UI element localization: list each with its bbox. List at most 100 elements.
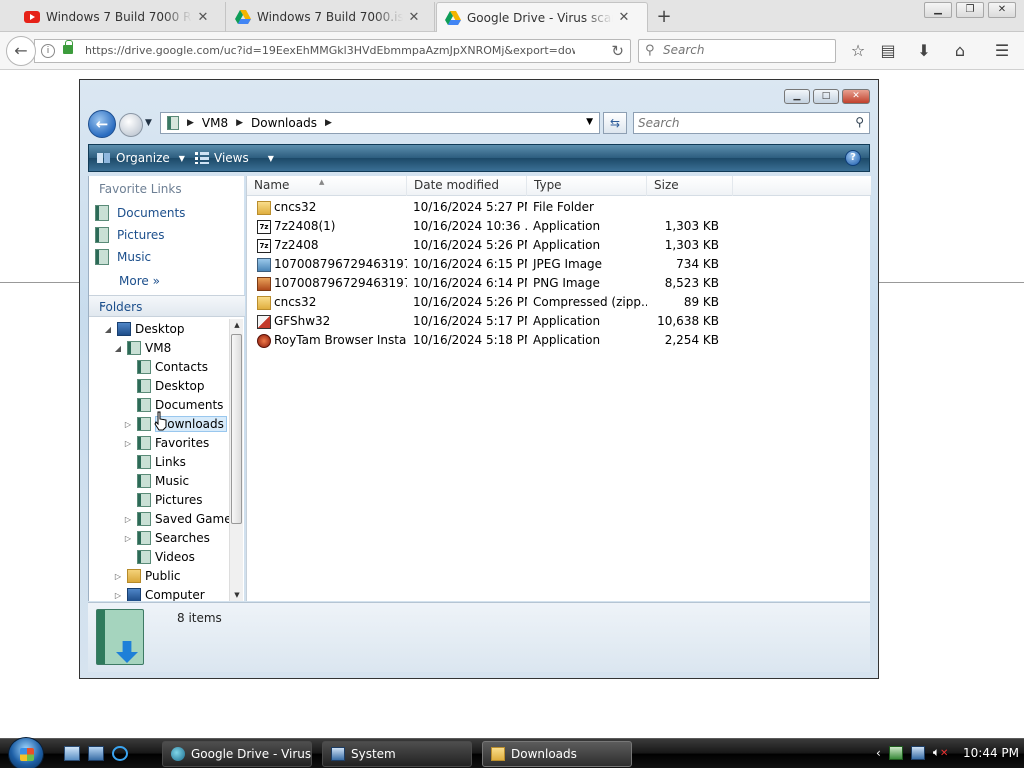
file-row[interactable]: GFShw32 10/16/2024 5:17 PM Application 10,6…	[247, 312, 871, 331]
more-links-button[interactable]: More »	[119, 274, 160, 288]
file-name-cell[interactable]: cncs32	[247, 293, 407, 312]
collapsed-triangle-icon[interactable]: ▷	[123, 515, 133, 524]
views-button[interactable]: Views ▼	[195, 151, 274, 165]
reload-icon[interactable]: ↻	[611, 42, 624, 60]
close-icon[interactable]: ✕	[617, 10, 631, 25]
column-header-date-modified[interactable]: Date modified	[407, 176, 527, 196]
network-icon[interactable]	[910, 745, 925, 760]
file-row[interactable]: 1070087967294631976-... 10/16/2024 6:15 P…	[247, 255, 871, 274]
start-button[interactable]	[8, 737, 44, 768]
tab-google-drive-iso[interactable]: Windows 7 Build 7000.iso - ✕	[227, 2, 435, 32]
minimize-button[interactable]: ▁	[784, 89, 810, 104]
expanded-triangle-icon[interactable]: ◢	[113, 344, 123, 353]
tree-item-public[interactable]: ▷ Public	[113, 567, 181, 585]
column-header-size[interactable]: Size	[647, 176, 733, 196]
file-name-cell[interactable]: 7z 7z2408	[247, 236, 407, 255]
refresh-icon[interactable]: ⇆	[603, 112, 627, 134]
browser-search-box[interactable]: ⚲	[638, 39, 836, 63]
chevron-left-icon[interactable]: ‹	[876, 746, 881, 760]
tree-item-vm8[interactable]: ◢ VM8	[113, 339, 171, 357]
folders-header[interactable]: Folders ⌄	[89, 295, 245, 317]
file-row[interactable]: cncs32 10/16/2024 5:27 PM File Folder	[247, 198, 871, 217]
taskbar-item-downloads[interactable]: Downloads	[482, 741, 632, 767]
tree-item-links[interactable]: Links	[123, 453, 186, 471]
file-name-cell[interactable]: 1070087967294631976-...	[247, 274, 407, 293]
file-name-cell[interactable]: cncs32	[247, 198, 407, 217]
tree-item-contacts[interactable]: Contacts	[123, 358, 208, 376]
forward-arrow-icon[interactable]	[119, 113, 143, 137]
home-icon[interactable]: ⌂	[950, 41, 970, 61]
maximize-button[interactable]: □	[813, 89, 839, 104]
url-text[interactable]: https://drive.google.com/uc?id=19EexEhMM…	[85, 44, 575, 57]
menu-icon[interactable]: ☰	[992, 41, 1012, 61]
column-header-name[interactable]: Name ▲	[247, 176, 407, 196]
file-row[interactable]: RoyTam Browser Instal... 10/16/2024 5:18 …	[247, 331, 871, 350]
volume-muted-icon[interactable]: 🔈︎✕	[933, 745, 949, 760]
breadcrumb-item-downloads[interactable]: Downloads	[251, 116, 317, 130]
back-arrow-icon[interactable]: ←	[88, 110, 116, 138]
scroll-up-icon[interactable]: ▲	[230, 319, 244, 331]
expanded-triangle-icon[interactable]: ◢	[103, 325, 113, 334]
search-icon[interactable]: ⚲	[855, 115, 864, 129]
taskbar-item-firefox[interactable]: Google Drive - Virus...	[162, 741, 312, 767]
collapsed-triangle-icon[interactable]: ▷	[123, 534, 133, 543]
tree-item-desktop[interactable]: Desktop	[123, 377, 205, 395]
url-bar[interactable]: i https://drive.google.com/uc?id=19EexEh…	[34, 39, 631, 63]
browser-search-input[interactable]	[663, 43, 823, 57]
help-icon[interactable]: ?	[845, 150, 861, 166]
collapsed-triangle-icon[interactable]: ▷	[123, 439, 133, 448]
file-row[interactable]: 7z 7z2408(1) 10/16/2024 10:36 ... Applicati…	[247, 217, 871, 236]
new-tab-button[interactable]: +	[654, 6, 674, 27]
tree-item-saved-games[interactable]: ▷ Saved Games	[123, 510, 229, 528]
reading-list-icon[interactable]: ▤	[878, 41, 898, 61]
tree-item-music[interactable]: Music	[123, 472, 189, 490]
address-dropdown-icon[interactable]: ▼	[586, 117, 593, 127]
organize-button[interactable]: Organize ▼	[97, 151, 185, 165]
close-button[interactable]: ✕	[988, 2, 1016, 18]
collapsed-triangle-icon[interactable]: ▷	[113, 591, 123, 600]
tree-item-searches[interactable]: ▷ Searches	[123, 529, 210, 547]
column-header-type[interactable]: Type	[527, 176, 647, 196]
recent-pages-dropdown-icon[interactable]: ▼	[145, 118, 152, 128]
bookmark-star-icon[interactable]: ☆	[848, 41, 868, 61]
favorite-link-documents[interactable]: Documents	[95, 205, 185, 221]
file-name-cell[interactable]: RoyTam Browser Instal...	[247, 331, 407, 350]
tree-item-documents[interactable]: Documents	[123, 396, 223, 414]
scrollbar-thumb[interactable]	[231, 334, 242, 524]
breadcrumb-chevron-icon[interactable]: ▶	[325, 118, 332, 128]
close-icon[interactable]: ✕	[196, 10, 210, 25]
taskbar-item-system[interactable]: System	[322, 741, 472, 767]
switch-windows-icon[interactable]	[88, 746, 104, 761]
back-button[interactable]: ←	[6, 36, 36, 66]
file-name-cell[interactable]: GFShw32	[247, 312, 407, 331]
breadcrumb-item-vm8[interactable]: VM8	[202, 116, 228, 130]
collapsed-triangle-icon[interactable]: ▷	[123, 420, 133, 429]
breadcrumb-chevron-icon[interactable]: ▶	[236, 118, 243, 128]
tree-item-favorites[interactable]: ▷ Favorites	[123, 434, 209, 452]
downloads-icon[interactable]: ⬇	[914, 41, 934, 61]
close-icon[interactable]: ✕	[407, 10, 421, 25]
tree-item-videos[interactable]: Videos	[123, 548, 195, 566]
restore-button[interactable]: ❐	[956, 2, 984, 18]
favorite-link-music[interactable]: Music	[95, 249, 151, 265]
collapsed-triangle-icon[interactable]: ▷	[113, 572, 123, 581]
file-row[interactable]: 7z 7z2408 10/16/2024 5:26 PM Application 1,3…	[247, 236, 871, 255]
breadcrumb[interactable]: ▶ VM8 ▶ Downloads ▶ ▼	[160, 112, 600, 134]
tab-google-drive-virus-scan[interactable]: Google Drive - Virus scan wa ✕	[436, 2, 648, 32]
folder-tree-scrollbar[interactable]: ▲ ▼	[229, 319, 243, 601]
tray-app-icon[interactable]	[888, 745, 903, 760]
file-name-cell[interactable]: 1070087967294631976-...	[247, 255, 407, 274]
file-row[interactable]: cncs32 10/16/2024 5:26 PM Compressed (zipp…	[247, 293, 871, 312]
tree-item-pictures[interactable]: Pictures	[123, 491, 203, 509]
favorite-link-pictures[interactable]: Pictures	[95, 227, 165, 243]
lock-icon[interactable]	[63, 40, 73, 54]
explorer-search-input[interactable]	[638, 116, 838, 130]
tree-item-desktop[interactable]: ◢ Desktop	[103, 320, 185, 338]
show-desktop-icon[interactable]	[64, 746, 80, 761]
info-icon[interactable]: i	[41, 44, 55, 58]
explorer-search-box[interactable]: ⚲	[633, 112, 870, 134]
tree-item-computer[interactable]: ▷ Computer	[113, 586, 205, 601]
tree-item-downloads[interactable]: ▷ Downloads	[123, 415, 227, 433]
internet-explorer-icon[interactable]	[112, 746, 128, 761]
file-name-cell[interactable]: 7z 7z2408(1)	[247, 217, 407, 236]
